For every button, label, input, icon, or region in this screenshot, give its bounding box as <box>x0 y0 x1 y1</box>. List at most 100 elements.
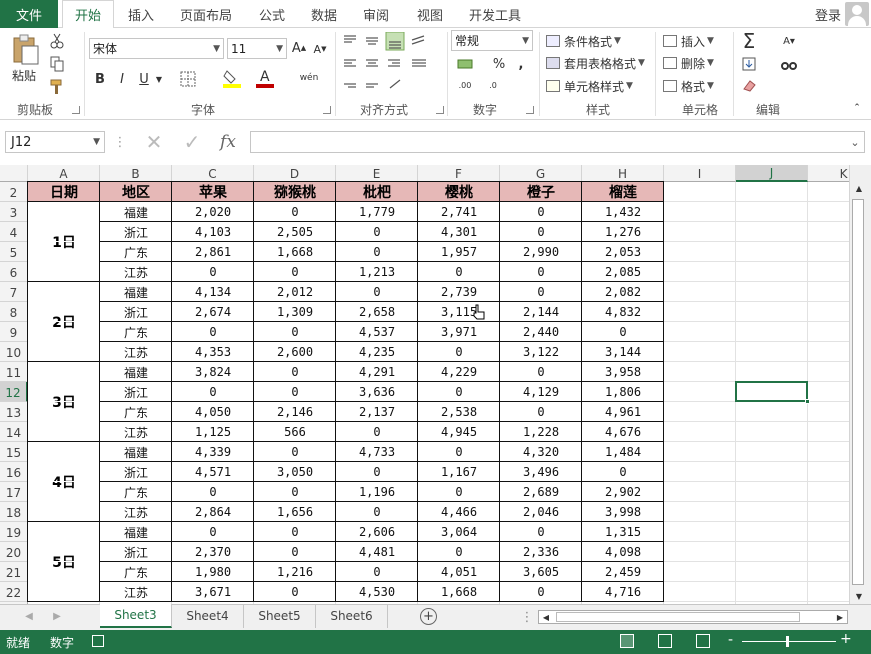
user-avatar-icon[interactable] <box>845 2 869 26</box>
value-cell[interactable]: 1,167 <box>418 462 500 482</box>
value-cell[interactable]: 1,957 <box>418 242 500 262</box>
value-cell[interactable]: 1,309 <box>254 302 336 322</box>
value-cell[interactable]: 3,998 <box>582 502 664 522</box>
row-header-14[interactable]: 14 <box>0 422 28 442</box>
value-cell[interactable]: 2,370 <box>172 542 254 562</box>
tab-page-layout[interactable]: 页面布局 <box>170 0 242 28</box>
value-cell[interactable]: 0 <box>254 522 336 542</box>
row-header-12[interactable]: 12 <box>0 382 28 402</box>
value-cell[interactable]: 3,971 <box>418 322 500 342</box>
region-cell[interactable]: 福建 <box>100 522 172 542</box>
value-cell[interactable]: 3,144 <box>582 342 664 362</box>
value-cell[interactable]: 2,020 <box>172 202 254 222</box>
cut-icon[interactable] <box>48 32 66 50</box>
row-header-5[interactable]: 5 <box>0 242 28 262</box>
date-cell[interactable]: 3日 <box>28 362 100 442</box>
value-cell[interactable]: 4,301 <box>418 222 500 242</box>
value-cell[interactable]: 1,276 <box>582 222 664 242</box>
value-cell[interactable]: 0 <box>336 462 418 482</box>
number-launcher-icon[interactable] <box>526 106 534 114</box>
region-cell[interactable]: 江苏 <box>100 342 172 362</box>
value-cell[interactable]: 0 <box>418 342 500 362</box>
column-header-b[interactable]: B <box>100 165 172 182</box>
format-cells-button[interactable]: 格式 ▼ <box>663 77 714 95</box>
value-cell[interactable]: 2,053 <box>582 242 664 262</box>
value-cell[interactable]: 2,606 <box>336 522 418 542</box>
region-cell[interactable]: 福建 <box>100 442 172 462</box>
region-cell[interactable]: 浙江 <box>100 382 172 402</box>
normal-view-icon[interactable] <box>620 634 634 648</box>
value-cell[interactable]: 0 <box>500 282 582 302</box>
row-header-21[interactable]: 21 <box>0 562 28 582</box>
next-sheet-icon[interactable]: ▶ <box>50 608 64 624</box>
row-header-16[interactable]: 16 <box>0 462 28 482</box>
value-cell[interactable]: 2,902 <box>582 482 664 502</box>
region-cell[interactable]: 广东 <box>100 402 172 422</box>
paste-icon[interactable] <box>10 34 42 66</box>
region-cell[interactable]: 广东 <box>100 562 172 582</box>
region-cell[interactable]: 江苏 <box>100 502 172 522</box>
decrease-font-icon[interactable]: A ▼ <box>312 40 328 58</box>
page-break-view-icon[interactable] <box>696 634 710 648</box>
value-cell[interactable]: 4,530 <box>336 582 418 602</box>
value-cell[interactable]: 1,779 <box>336 202 418 222</box>
row-header-9[interactable]: 9 <box>0 322 28 342</box>
value-cell[interactable]: 0 <box>418 542 500 562</box>
value-cell[interactable]: 3,605 <box>500 562 582 582</box>
value-cell[interactable]: 0 <box>418 262 500 282</box>
region-cell[interactable]: 广东 <box>100 242 172 262</box>
fill-handle[interactable] <box>805 399 810 404</box>
region-cell[interactable]: 福建 <box>100 202 172 222</box>
value-cell[interactable]: 0 <box>582 322 664 342</box>
value-cell[interactable]: 1,980 <box>172 562 254 582</box>
column-header-a[interactable]: A <box>28 165 100 182</box>
name-box[interactable]: J12 ▼ <box>5 131 105 153</box>
selected-cell-outline[interactable] <box>735 381 808 402</box>
sheet-tab-sheet6[interactable]: Sheet6 <box>316 604 388 628</box>
percent-icon[interactable]: % <box>492 55 506 73</box>
column-header-c[interactable]: C <box>172 165 254 182</box>
value-cell[interactable]: 0 <box>336 242 418 262</box>
select-all-corner[interactable] <box>0 165 28 182</box>
zoom-in-button[interactable]: + <box>840 631 852 647</box>
row-header-18[interactable]: 18 <box>0 502 28 522</box>
vertical-scroll-thumb[interactable] <box>852 199 864 585</box>
date-cell[interactable]: 4日 <box>28 442 100 522</box>
value-cell[interactable]: 0 <box>254 482 336 502</box>
value-cell[interactable]: 4,733 <box>336 442 418 462</box>
value-cell[interactable]: 2,505 <box>254 222 336 242</box>
value-cell[interactable]: 2,082 <box>582 282 664 302</box>
value-cell[interactable]: 3,496 <box>500 462 582 482</box>
value-cell[interactable]: 0 <box>254 362 336 382</box>
value-cell[interactable]: 0 <box>172 382 254 402</box>
region-cell[interactable]: 浙江 <box>100 302 172 322</box>
value-cell[interactable]: 0 <box>500 262 582 282</box>
increase-decimal-icon[interactable]: .00 <box>454 76 476 94</box>
region-cell[interactable]: 浙江 <box>100 462 172 482</box>
increase-font-icon[interactable]: A ▲ <box>291 39 307 57</box>
value-cell[interactable]: 4,716 <box>582 582 664 602</box>
row-header-19[interactable]: 19 <box>0 522 28 542</box>
column-header-i[interactable]: I <box>664 165 736 182</box>
value-cell[interactable]: 4,320 <box>500 442 582 462</box>
value-cell[interactable]: 4,291 <box>336 362 418 382</box>
column-header-h[interactable]: H <box>582 165 664 182</box>
value-cell[interactable]: 0 <box>336 282 418 302</box>
value-cell[interactable]: 0 <box>500 362 582 382</box>
zoom-slider[interactable] <box>742 641 836 642</box>
value-cell[interactable]: 2,144 <box>500 302 582 322</box>
tab-formulas[interactable]: 公式 <box>250 0 294 28</box>
value-cell[interactable]: 1,432 <box>582 202 664 222</box>
row-header-17[interactable]: 17 <box>0 482 28 502</box>
fill-icon[interactable] <box>738 55 760 73</box>
value-cell[interactable]: 1,196 <box>336 482 418 502</box>
bold-button[interactable]: B <box>92 70 108 88</box>
value-cell[interactable]: 3,122 <box>500 342 582 362</box>
sort-filter-icon[interactable]: A▾ <box>776 32 802 50</box>
login-link[interactable]: 登录 <box>815 0 841 28</box>
value-cell[interactable]: 3,115 <box>418 302 500 322</box>
row-header-2[interactable]: 2 <box>0 182 28 202</box>
font-color-icon[interactable]: A <box>255 68 275 88</box>
value-cell[interactable]: 4,129 <box>500 382 582 402</box>
value-cell[interactable]: 4,050 <box>172 402 254 422</box>
